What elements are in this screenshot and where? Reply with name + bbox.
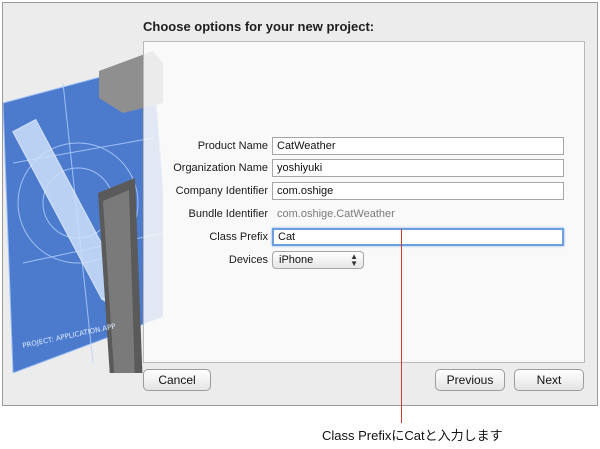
annotation-caption: Class PrefixにCatと入力します (322, 428, 503, 443)
class-prefix-row: Class Prefix Cat (144, 228, 586, 248)
organization-name-input[interactable]: yoshiyuki (272, 159, 564, 177)
product-name-input[interactable]: CatWeather (272, 137, 564, 155)
next-button[interactable]: Next (514, 369, 584, 391)
organization-name-label: Organization Name (173, 162, 268, 174)
devices-select[interactable]: iPhone ▲ ▼ (272, 251, 364, 269)
devices-label: Devices (228, 254, 268, 266)
cancel-button[interactable]: Cancel (143, 369, 211, 391)
xcode-blueprint-hammer-icon: PROJECT: APPLICATION.APP (3, 51, 163, 373)
devices-select-value: iPhone (279, 254, 314, 266)
bundle-identifier-value: com.oshige.CatWeather (277, 208, 395, 220)
product-name-row: Product Name CatWeather (144, 137, 586, 157)
page-title: Choose options for your new project: (143, 19, 375, 34)
popup-arrows-icon: ▲ ▼ (350, 252, 358, 268)
annotation-pointer-line (401, 229, 402, 423)
previous-button[interactable]: Previous (435, 369, 505, 391)
bundle-identifier-row: Bundle Identifier com.oshige.CatWeather (144, 205, 586, 225)
product-name-label: Product Name (197, 140, 268, 152)
options-panel: Product Name CatWeather Organization Nam… (143, 41, 585, 363)
company-identifier-label: Company Identifier (175, 185, 268, 197)
class-prefix-input[interactable]: Cat (272, 228, 564, 246)
organization-name-row: Organization Name yoshiyuki (144, 159, 586, 179)
new-project-window: PROJECT: APPLICATION.APP Choose options … (2, 2, 598, 406)
class-prefix-label: Class Prefix (209, 231, 268, 243)
devices-row: Devices iPhone ▲ ▼ (144, 251, 586, 271)
bundle-identifier-label: Bundle Identifier (188, 208, 269, 220)
company-identifier-row: Company Identifier com.oshige (144, 182, 586, 202)
company-identifier-input[interactable]: com.oshige (272, 182, 564, 200)
